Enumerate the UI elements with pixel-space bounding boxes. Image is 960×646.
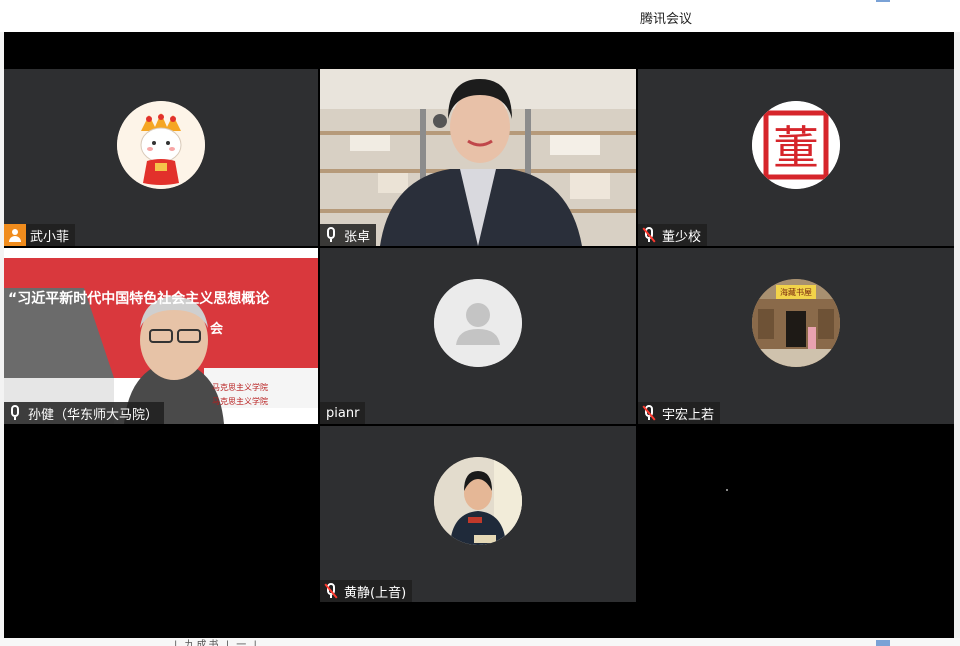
video-grid: 武小菲 张卓 董 董少校 “习近平新时代中国特色社会主义思想概论 会 马克思主义… [4,32,954,638]
participant-tile[interactable]: 黄静(上音) [320,426,636,602]
participant-tile[interactable]: pianr [320,248,636,424]
participant-tile[interactable]: 张卓 [320,69,636,246]
participant-name: 宇宏上若 [662,407,715,423]
participant-name-tag: 武小菲 [4,224,76,246]
participant-avatar: 海藏书屋 [752,279,840,367]
mic-muted-icon [642,405,656,421]
window-edge-accent [876,640,890,646]
window-right-edge [954,32,960,638]
default-avatar-icon [434,279,522,367]
participant-tile[interactable]: 董 董少校 [638,69,954,246]
participant-avatar: 董 [752,101,840,189]
participant-video-feed [320,69,636,246]
banner-title-line2: 会 [210,322,224,337]
participant-name-tag: 黄静(上音) [320,580,413,602]
mic-icon [324,227,338,243]
participant-name-tag: 宇宏上若 [638,402,721,424]
participant-name: 张卓 [344,229,371,245]
banner-subtitle: 马克思主义学院 [212,383,268,392]
title-bar[interactable]: 腾讯会议 [0,0,960,32]
participant-name-tag: 董少校 [638,224,708,246]
mic-muted-icon [642,227,656,243]
stray-pixel [726,489,728,491]
window-edge-accent [876,0,890,2]
participant-name: 孙健（华东师大马院） [28,407,159,423]
participant-name-tag: 孙健（华东师大马院） [4,402,165,424]
participant-name: 董少校 [662,229,702,245]
background-text: | 九成书 | 一 | [174,640,259,646]
participant-tile[interactable]: 武小菲 [4,69,318,246]
plaque-text: 海藏书屋 [780,287,812,297]
participant-name-tag: 张卓 [320,224,377,246]
person-icon [8,228,22,242]
banner-title: “习近平新时代中国特色社会主义思想概论 [8,291,270,307]
participant-avatar [117,101,205,189]
banner-subtitle: 马克思主义学院 [212,397,268,406]
mic-icon [8,405,22,421]
participant-video-feed [4,248,318,424]
participant-avatar [434,279,522,367]
participant-name: 黄静(上音) [344,585,407,601]
photo-avatar-icon [434,457,522,545]
participant-name: 武小菲 [30,229,70,245]
participant-name-tag: pianr [320,402,366,424]
background-window-strip: | 九成书 | 一 | [0,638,960,646]
cartoon-cat-avatar-icon [117,101,205,189]
mic-muted-icon [324,583,338,599]
participant-tile[interactable]: “习近平新时代中国特色社会主义思想概论 会 马克思主义学院 马克思主义学院 孙健… [4,248,318,424]
window-title: 腾讯会议 [640,12,693,27]
seal-text: 董 [773,121,819,175]
participant-avatar [434,457,522,545]
participant-tile[interactable]: 海藏书屋 宇宏上若 [638,248,954,424]
participant-name: pianr [326,405,360,421]
